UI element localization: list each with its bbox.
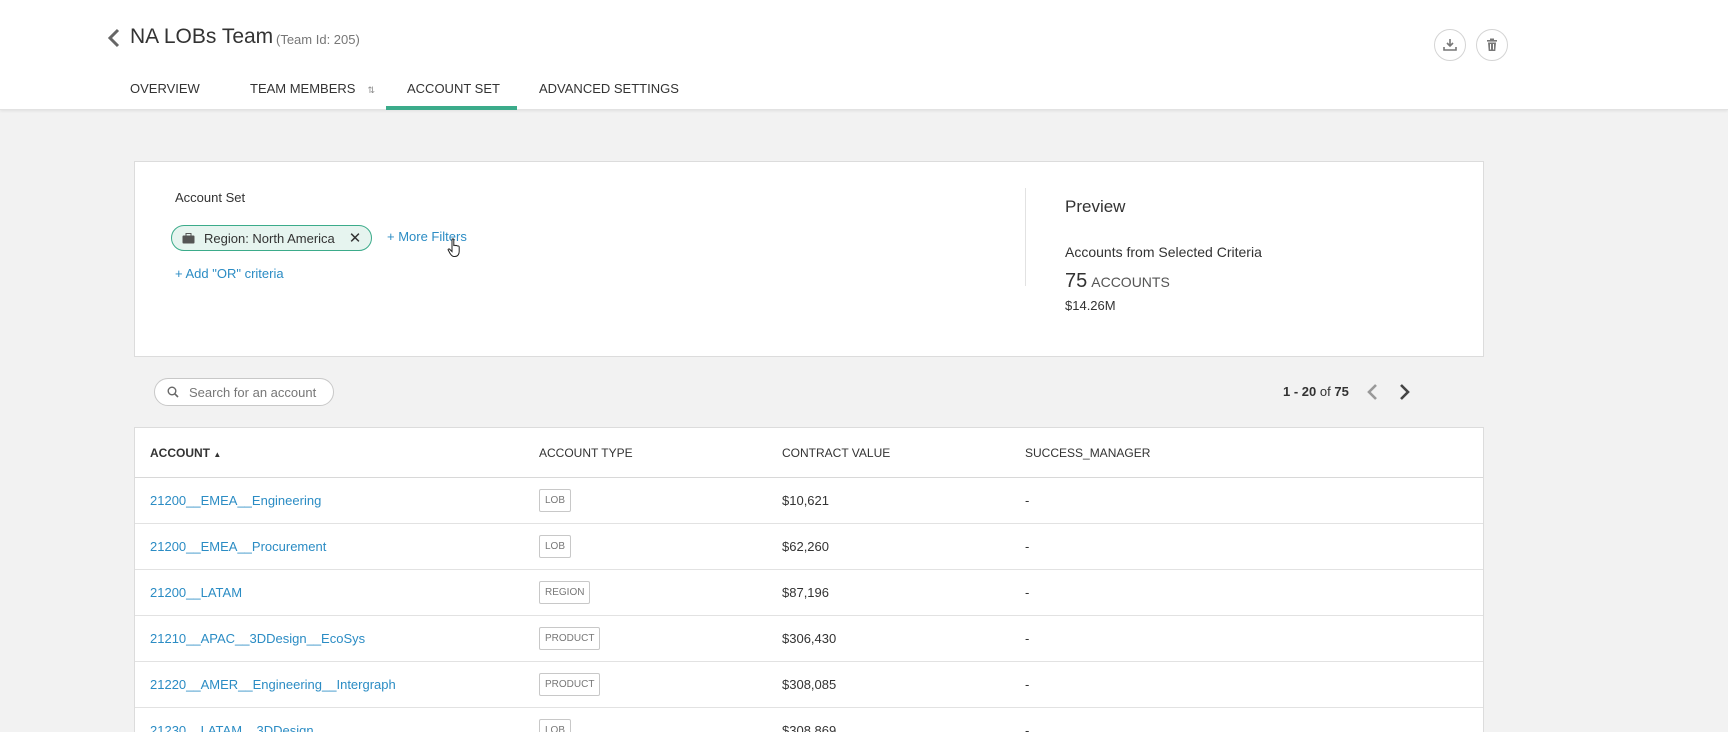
pagination-range: 1 - 20 <box>1283 384 1317 399</box>
back-arrow-icon[interactable] <box>107 28 121 48</box>
pagination-of: of <box>1319 384 1331 399</box>
success-manager: - <box>1025 539 1030 554</box>
success-manager: - <box>1025 723 1030 732</box>
account-link[interactable]: 21220__AMER__Engineering__Intergraph <box>150 677 396 692</box>
sort-icon: ⇅ <box>367 85 376 95</box>
column-header-account[interactable]: ACCOUNT ▲ <box>150 446 221 460</box>
account-type-badge: PRODUCT <box>539 627 601 650</box>
contract-value: $62,260 <box>782 539 829 554</box>
table-row[interactable]: 21200__LATAM REGION $87,196 - <box>135 570 1483 616</box>
column-header-contract-value[interactable]: CONTRACT VALUE <box>782 446 890 460</box>
team-id-label: (Team Id: 205) <box>276 32 360 47</box>
account-link[interactable]: 21210__APAC__3DDesign__EcoSys <box>150 631 365 646</box>
filter-chip-label: Region: North America <box>204 230 335 246</box>
pagination-info: 1 - 20 of 75 <box>1283 384 1349 399</box>
success-manager: - <box>1025 677 1030 692</box>
tab-label: ADVANCED SETTINGS <box>539 81 679 96</box>
download-button[interactable] <box>1434 29 1466 61</box>
filter-chip-region[interactable]: Region: North America ✕ <box>171 225 373 251</box>
success-manager: - <box>1025 631 1030 646</box>
table-row[interactable]: 21210__APAC__3DDesign__EcoSys PRODUCT $3… <box>135 616 1483 662</box>
contract-value: $308,869 <box>782 723 837 732</box>
account-link[interactable]: 21200__EMEA__Engineering <box>150 493 321 508</box>
next-page-icon[interactable] <box>1399 383 1411 401</box>
account-type-badge: PRODUCT <box>539 673 601 696</box>
search-input[interactable] <box>189 384 319 400</box>
delete-button[interactable] <box>1476 29 1508 61</box>
table-row[interactable]: 21200__EMEA__Procurement LOB $62,260 - <box>135 524 1483 570</box>
preview-subtitle: Accounts from Selected Criteria <box>1065 244 1262 260</box>
contract-value: $87,196 <box>782 585 829 600</box>
contract-value: $10,621 <box>782 493 829 508</box>
table-row[interactable]: 21200__EMEA__Engineering LOB $10,621 - <box>135 478 1483 524</box>
tab-label: TEAM MEMBERS <box>250 81 356 96</box>
account-link[interactable]: 21200__LATAM <box>150 585 242 600</box>
tab-advanced-settings[interactable]: ADVANCED SETTINGS <box>539 73 679 110</box>
success-manager: - <box>1025 493 1030 508</box>
column-header-success-manager[interactable]: SUCCESS_MANAGER <box>1025 446 1150 460</box>
account-set-label: Account Set <box>175 190 246 205</box>
accounts-table: ACCOUNT ▲ ACCOUNT TYPE CONTRACT VALUE SU… <box>134 427 1484 732</box>
account-type-badge: LOB <box>539 719 572 732</box>
search-icon <box>167 386 179 398</box>
preview-account-count: 75 ACCOUNTS <box>1065 270 1170 293</box>
tab-label: OVERVIEW <box>130 81 200 96</box>
page-title: NA LOBs Team <box>130 25 274 48</box>
count-value: 75 <box>1065 270 1088 292</box>
page-header: NA LOBs Team (Team Id: 205) OVERVIEW TEA… <box>0 0 1728 110</box>
account-link[interactable]: 21230__LATAM__3DDesign <box>150 723 314 732</box>
download-icon <box>1443 39 1457 51</box>
briefcase-icon <box>182 232 195 243</box>
add-or-criteria-link[interactable]: + Add "OR" criteria <box>175 266 284 281</box>
column-header-account-type[interactable]: ACCOUNT TYPE <box>539 446 633 460</box>
pagination-total: 75 <box>1334 384 1349 399</box>
tab-overview[interactable]: OVERVIEW <box>130 73 200 110</box>
account-set-panel: Account Set Region: North America ✕ + Mo… <box>134 161 1484 357</box>
sort-ascending-icon: ▲ <box>213 450 222 459</box>
prev-page-icon[interactable] <box>1366 383 1378 401</box>
hand-cursor-icon <box>447 238 460 257</box>
preview-total-value: $14.26M <box>1065 298 1116 313</box>
tab-account-set[interactable]: ACCOUNT SET <box>386 73 517 110</box>
tab-team-members[interactable]: TEAM MEMBERS ⇅ <box>250 73 375 110</box>
account-search[interactable] <box>154 378 334 406</box>
success-manager: - <box>1025 585 1030 600</box>
account-link[interactable]: 21200__EMEA__Procurement <box>150 539 326 554</box>
preview-title: Preview <box>1065 197 1126 216</box>
contract-value: $308,085 <box>782 677 837 692</box>
count-unit: ACCOUNTS <box>1091 274 1170 290</box>
tab-label: ACCOUNT SET <box>407 81 500 96</box>
table-row[interactable]: 21230__LATAM__3DDesign LOB $308,869 - <box>135 708 1483 732</box>
close-icon[interactable]: ✕ <box>349 229 362 247</box>
account-type-badge: REGION <box>539 581 591 604</box>
account-type-badge: LOB <box>539 489 572 512</box>
table-header: ACCOUNT ▲ ACCOUNT TYPE CONTRACT VALUE SU… <box>135 428 1483 478</box>
table-row[interactable]: 21220__AMER__Engineering__Intergraph PRO… <box>135 662 1483 708</box>
contract-value: $306,430 <box>782 631 837 646</box>
trash-icon <box>1487 38 1497 51</box>
panel-divider <box>1025 188 1026 286</box>
account-type-badge: LOB <box>539 535 572 558</box>
column-header-label: ACCOUNT <box>150 446 210 460</box>
